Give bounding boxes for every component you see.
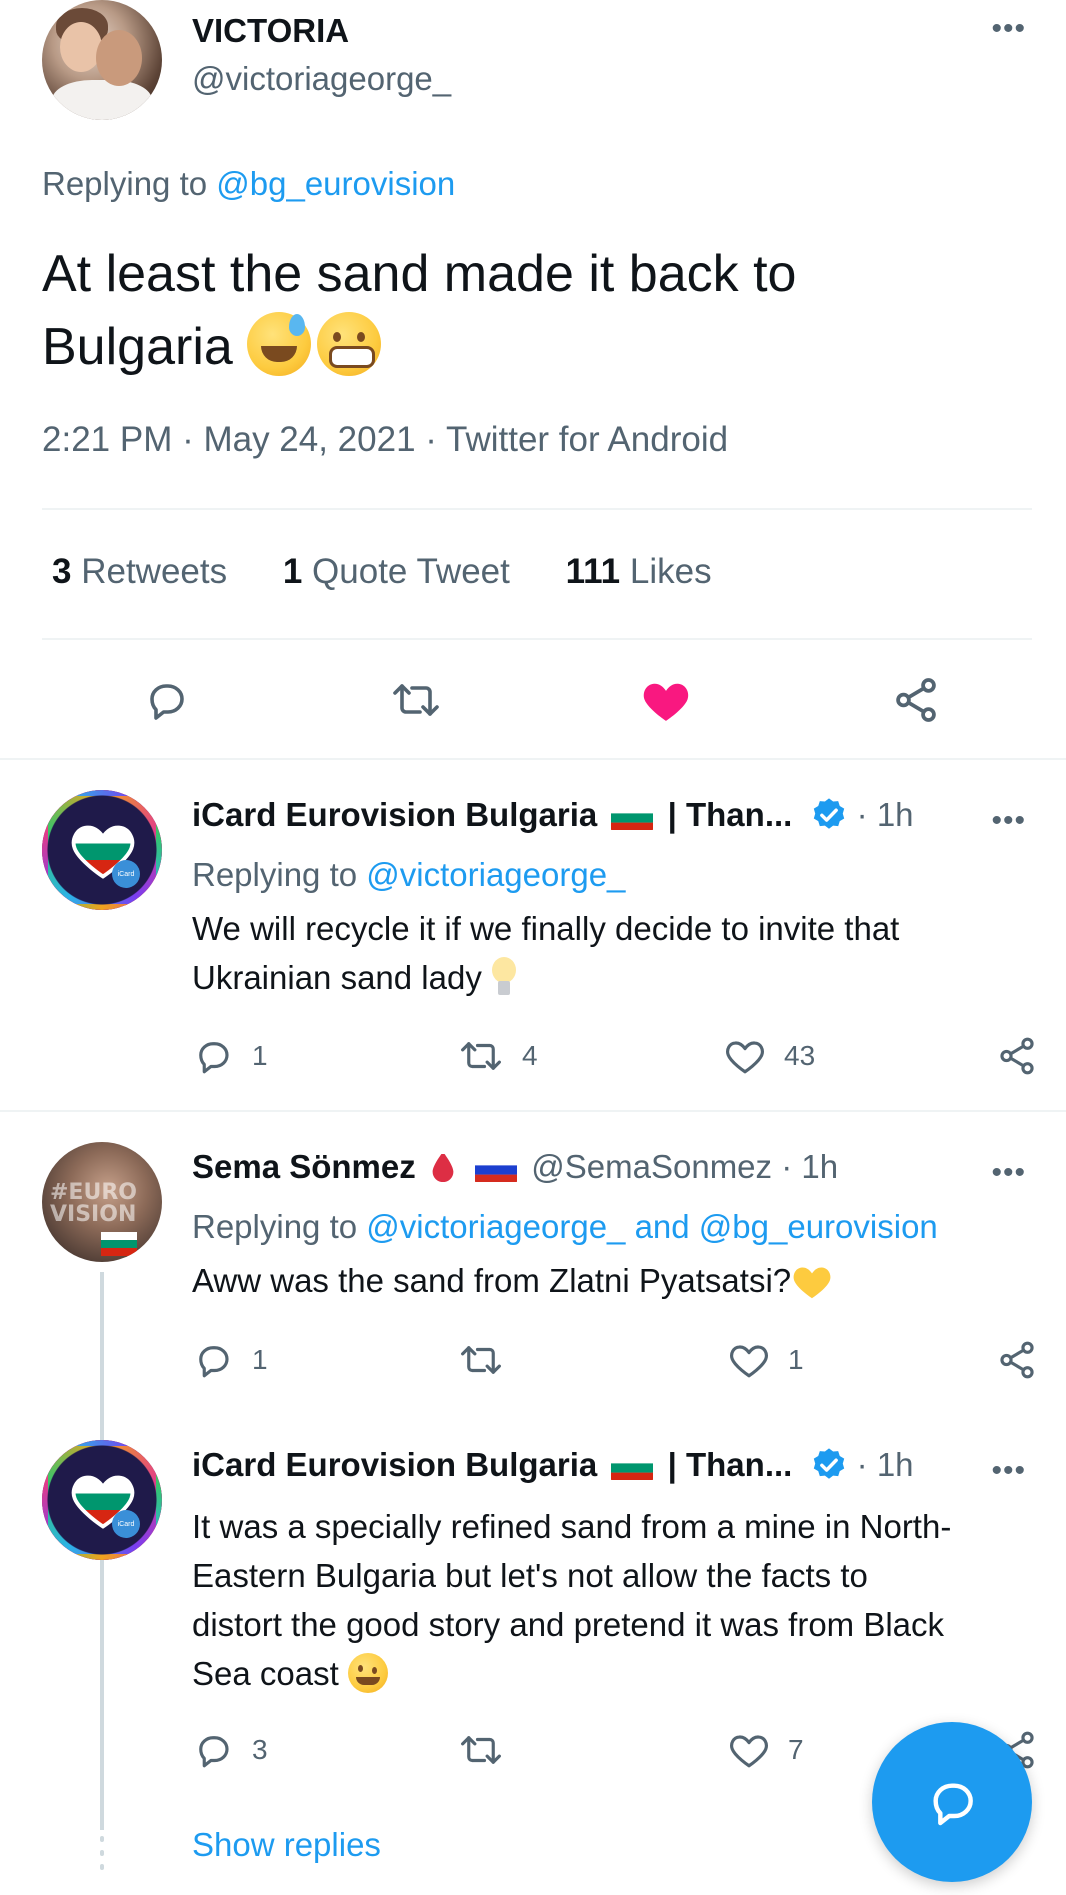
share-button[interactable] <box>996 1336 1038 1384</box>
grimacing-emoji <box>317 312 382 376</box>
show-replies-link[interactable]: Show replies <box>192 1826 381 1864</box>
bulgaria-flag-icon <box>610 1452 654 1480</box>
tweet-meta: 2:21 PM · May 24, 2021 · Twitter for And… <box>42 420 729 459</box>
share-icon <box>1000 1037 1034 1075</box>
retweet-button[interactable]: 4 <box>458 1032 538 1080</box>
thread-line <box>100 1570 104 1830</box>
liked-heart-icon[interactable] <box>634 668 698 732</box>
likes-stat[interactable]: 111 Likes <box>566 552 712 591</box>
avatar-watermark-text: #EURO VISION <box>50 1180 137 1227</box>
retweet-icon <box>461 1736 501 1764</box>
reply-display-name[interactable]: Sema Sönmez @SemaSonmez · 1h <box>192 1148 838 1186</box>
compose-reply-icon <box>933 1783 973 1826</box>
retweet-button[interactable] <box>458 1726 522 1774</box>
replying-to-line: Replying to @victoriageorge_ <box>192 856 626 893</box>
reply-text: Aww was the sand from Zlatni Pyatsatsi? <box>192 1256 1042 1305</box>
reply-count: 3 <box>252 1734 268 1765</box>
share-icon <box>1000 1341 1034 1379</box>
bulgaria-flag-icon <box>101 1232 137 1256</box>
reply-display-name[interactable]: iCard Eurovision Bulgaria | Than... · 1h <box>192 1446 914 1484</box>
reply-actions: 1 1 <box>0 1336 1066 1384</box>
reply-icon <box>199 1042 229 1074</box>
replying-to-label: Replying to <box>42 165 217 202</box>
like-count: 7 <box>788 1734 804 1765</box>
yellow-heart-emoji <box>793 1267 831 1299</box>
retweet-icon <box>461 1346 501 1374</box>
tweet-text: At least the sand made it back to Bulgar… <box>42 238 1032 384</box>
quote-tweets-stat[interactable]: 1 Quote Tweet <box>283 552 510 591</box>
reply-button[interactable]: 1 <box>192 1032 268 1080</box>
reply-avatar[interactable]: iCard <box>42 790 162 910</box>
share-icon[interactable] <box>884 668 948 732</box>
thread-dots <box>100 1836 104 1878</box>
reply-count: 1 <box>252 1344 268 1375</box>
bulgaria-flag-icon <box>610 802 654 830</box>
reply-count: 1 <box>252 1040 268 1071</box>
reply-icon <box>199 1736 229 1768</box>
drop-of-blood-icon <box>429 1154 457 1182</box>
reply-avatar[interactable]: #EURO VISION <box>42 1142 162 1262</box>
divider <box>42 638 1032 640</box>
verified-badge-icon <box>810 1446 848 1484</box>
russia-flag-icon <box>474 1154 518 1182</box>
heart-icon <box>730 1735 768 1768</box>
share-button[interactable] <box>996 1032 1038 1080</box>
reply-avatar[interactable]: iCard <box>42 1440 162 1560</box>
replying-to-link[interactable]: @bg_eurovision <box>216 165 455 202</box>
author-avatar[interactable] <box>42 0 162 120</box>
reply-handle: @SemaSonmez <box>531 1148 773 1185</box>
reply-icon <box>199 1346 229 1378</box>
like-button[interactable]: 1 <box>728 1336 804 1384</box>
heart-icon <box>726 1041 764 1074</box>
like-count: 1 <box>788 1344 804 1375</box>
reply-button[interactable]: 1 <box>192 1336 268 1384</box>
winking-face-emoji <box>347 1653 388 1693</box>
heart-icon <box>730 1345 768 1378</box>
divider <box>0 758 1066 760</box>
retweet-button[interactable] <box>458 1336 522 1384</box>
more-options-icon[interactable]: ••• <box>991 1156 1026 1190</box>
more-options-icon[interactable]: ••• <box>991 12 1026 46</box>
tweet-detail-page: VICTORIA @victoriageorge_ ••• Replying t… <box>0 0 1066 1895</box>
more-options-icon[interactable]: ••• <box>991 804 1026 838</box>
author-display-name[interactable]: VICTORIA <box>192 12 349 50</box>
replying-to-line: Replying to @victoriageorge_ and @bg_eur… <box>192 1208 938 1245</box>
tweet-stats: 3 Retweets 1 Quote Tweet 111 Likes <box>52 552 758 592</box>
like-count: 43 <box>784 1040 816 1071</box>
grinning-sweat-emoji <box>247 312 312 376</box>
icard-badge-icon: iCard <box>112 860 140 888</box>
replying-to-line: Replying to @bg_eurovision <box>42 165 455 203</box>
like-button[interactable]: 7 <box>728 1726 804 1774</box>
retweets-stat[interactable]: 3 Retweets <box>52 552 227 591</box>
tweet-text-line: At least the sand made it back to <box>42 245 797 303</box>
reply-time: · 1h <box>781 1148 839 1185</box>
replying-to-link[interactable]: @victoriageorge_ and @bg_eurovision <box>366 1208 938 1245</box>
divider <box>42 508 1032 510</box>
replying-to-link[interactable]: @victoriageorge_ <box>366 856 625 893</box>
more-options-icon[interactable]: ••• <box>991 1454 1026 1488</box>
reply-text: We will recycle it if we finally decide … <box>192 910 900 997</box>
reply-button[interactable]: 3 <box>192 1726 268 1774</box>
reply-icon[interactable] <box>134 668 198 732</box>
retweet-icon <box>461 1042 501 1070</box>
icard-badge-icon: iCard <box>112 1510 140 1538</box>
verified-badge-icon <box>810 796 848 834</box>
lightbulb-emoji <box>491 957 517 997</box>
reply-actions: 1 4 43 <box>0 1032 1066 1080</box>
reply-display-name[interactable]: iCard Eurovision Bulgaria | Than... · 1h <box>192 796 914 834</box>
tweet-text-line: Bulgaria <box>42 318 233 376</box>
reply-time: · 1h <box>856 796 914 833</box>
reply-text: It was a specially refined sand from a m… <box>192 1508 952 1693</box>
author-handle[interactable]: @victoriageorge_ <box>192 60 451 98</box>
tweet-actions <box>0 668 1066 732</box>
reply-time: · 1h <box>856 1446 914 1483</box>
compose-reply-button[interactable] <box>872 1722 1032 1882</box>
like-button[interactable]: 43 <box>724 1032 815 1080</box>
divider <box>0 1110 1066 1112</box>
retweet-count: 4 <box>522 1040 538 1071</box>
retweet-icon[interactable] <box>384 668 448 732</box>
